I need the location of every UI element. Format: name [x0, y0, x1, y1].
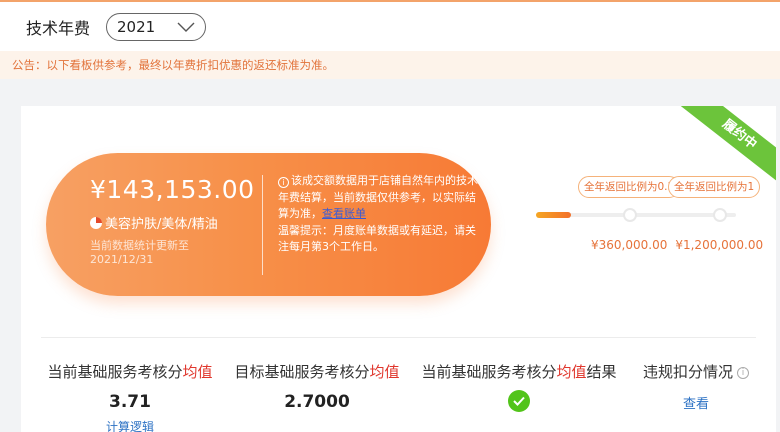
milestone-1-value: ¥360,000.00 [591, 238, 668, 252]
metric-label: 当前基础服务考核分均值结果 [413, 361, 625, 382]
gmv-summary-panel: ¥143,153.00 美容护肤/美体/精油 当前数据统计更新至 2021/12… [46, 153, 491, 296]
metric-current-score: 当前基础服务考核分均值 3.71 计算逻辑 [40, 361, 220, 432]
view-violation-link[interactable]: 查看 [631, 393, 761, 412]
metric-value: 2.7000 [284, 392, 350, 412]
view-bill-link[interactable]: 查看账单 [322, 207, 366, 220]
milestone-values: ¥360,000.00 ¥1,200,000.00 [591, 238, 763, 252]
milestone-2-label: 全年返回比例为1 [668, 176, 761, 198]
help-icon[interactable]: i [737, 367, 749, 379]
milestone-2-marker [713, 208, 727, 222]
metric-label-highlight: 均值 [182, 363, 213, 381]
category-tag: 美容护肤/美体/精油 [90, 213, 218, 232]
page-title: 技术年费 [26, 18, 91, 38]
top-bar: 技术年费 2021 [0, 0, 780, 51]
metric-label-highlight: 均值 [369, 363, 400, 381]
metric-label-suffix: 结果 [586, 363, 617, 381]
notice-banner: 公告：以下看板供参考，最终以年费折扣优惠的返还标准为准。 [0, 51, 780, 79]
metric-label-highlight: 均值 [556, 363, 587, 381]
notice-text: 公告：以下看板供参考，最终以年费折扣优惠的返还标准为准。 [12, 58, 334, 72]
metric-label-text: 当前基础服务考核分 [47, 363, 183, 381]
gmv-amount: ¥143,153.00 [90, 175, 255, 204]
note-text-2: 温馨提示：月度账单数据或有延迟，请关注每月第3个工作日。 [278, 223, 476, 254]
progress-fill [536, 212, 571, 218]
milestone-1-marker [623, 208, 637, 222]
note-text-1: 该成交额数据用于店铺自然年内的技术年费结算，当前数据仅供参考，以实际结算为准， [278, 174, 478, 220]
rebate-progress: 全年返回比例为0.5 全年返回比例为1 ¥360,000.00 ¥1,200,00… [536, 176, 766, 266]
metric-label-text: 当前基础服务考核分 [421, 363, 557, 381]
update-label: 当前数据统计更新至 [90, 239, 189, 252]
settlement-note: i 该成交额数据用于店铺自然年内的技术年费结算，当前数据仅供参考，以实际结算为准，… [278, 173, 478, 256]
annual-fee-card: 履约中 ¥143,153.00 美容护肤/美体/精油 当前数据统计更新至 202… [21, 106, 776, 432]
metrics-row: 当前基础服务考核分均值 3.71 计算逻辑 目标基础服务考核分均值 2.7000… [21, 361, 776, 432]
milestone-1-label: 全年返回比例为0.5 [578, 176, 681, 198]
pie-icon [90, 216, 102, 229]
calc-logic-link[interactable]: 计算逻辑 [40, 418, 220, 432]
info-icon: i [278, 177, 289, 188]
divider [262, 175, 263, 275]
year-select[interactable]: 2021 [106, 12, 207, 41]
category-label: 美容护肤/美体/精油 [105, 217, 218, 232]
metric-label-text: 目标基础服务考核分 [234, 363, 370, 381]
metric-label: 当前基础服务考核分均值 [40, 361, 220, 382]
year-select-value: 2021 [117, 17, 156, 36]
metric-label: 目标基础服务考核分均值 [227, 361, 407, 382]
check-icon [508, 390, 530, 412]
section-divider [41, 337, 756, 338]
metric-score-result: 当前基础服务考核分均值结果 [413, 361, 625, 412]
metric-violation: 违规扣分情况 i 查看 [631, 361, 761, 412]
chevron-down-icon [177, 22, 195, 32]
update-date: 2021/12/31 [90, 253, 154, 266]
metric-target-score: 目标基础服务考核分均值 2.7000 [227, 361, 407, 412]
metric-value: 3.71 [109, 392, 151, 412]
metric-label-text: 违规扣分情况 [642, 363, 733, 381]
milestone-2-value: ¥1,200,000.00 [675, 238, 764, 252]
metric-label: 违规扣分情况 i [631, 361, 761, 382]
